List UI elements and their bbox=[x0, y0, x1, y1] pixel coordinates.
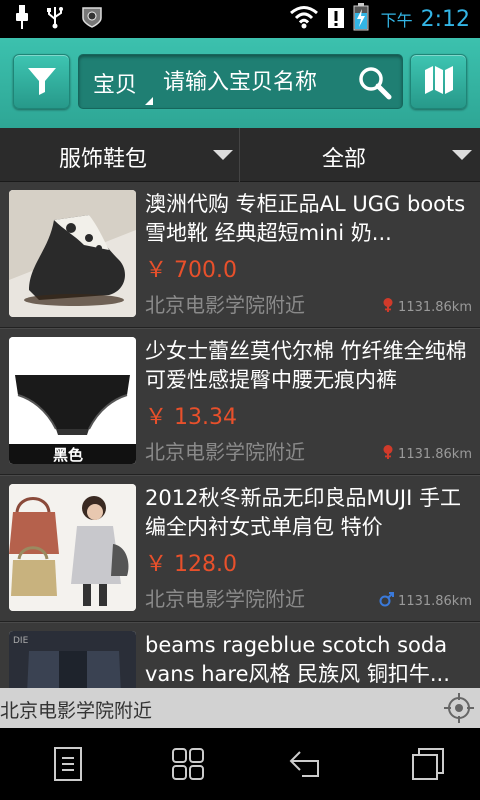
gps-locate-icon[interactable] bbox=[443, 692, 475, 724]
product-location: 北京电影学院附近 bbox=[145, 440, 305, 464]
product-title: 澳洲代购 专柜正品AL UGG boots雪地靴 经典超短mini 奶... bbox=[145, 192, 466, 245]
wifi-icon bbox=[289, 5, 319, 33]
back-button[interactable] bbox=[286, 746, 326, 786]
product-price: ￥ 700.0 bbox=[145, 258, 237, 283]
system-nav-bar bbox=[0, 728, 480, 800]
product-thumbnail: DIE bbox=[9, 631, 136, 688]
alert-icon bbox=[327, 5, 345, 33]
scope-label: 全部 bbox=[322, 147, 367, 172]
search-icon[interactable] bbox=[357, 65, 393, 101]
product-title: beams rageblue scotch soda vans hare风格 民… bbox=[145, 633, 450, 686]
product-price: ￥ 128.0 bbox=[145, 552, 237, 577]
app-header: 宝贝 bbox=[0, 38, 480, 128]
recent-apps-icon bbox=[411, 747, 445, 785]
clock-time: 2:12 bbox=[420, 6, 470, 32]
female-icon bbox=[381, 444, 395, 464]
product-thumbnail: 黑色 bbox=[9, 337, 136, 464]
security-shield-icon bbox=[80, 5, 104, 33]
clock-ampm: 下午 bbox=[380, 11, 413, 30]
svg-text:DIE: DIE bbox=[13, 636, 29, 646]
product-distance: 1131.86km bbox=[379, 591, 472, 611]
back-arrow-icon bbox=[288, 748, 324, 784]
product-title: 2012秋冬新品无印良品MUJI 手工编全内衬女式单肩包 特价 bbox=[145, 486, 461, 539]
current-location-text: 北京电影学院附近 bbox=[0, 700, 153, 722]
category-dropdown[interactable]: 服饰鞋包 bbox=[0, 128, 240, 182]
thumb-caption: 黑色 bbox=[53, 446, 84, 464]
female-icon bbox=[381, 297, 395, 317]
home-grid-icon bbox=[171, 747, 205, 785]
status-bar: 下午 2:12 bbox=[0, 0, 480, 38]
battery-charging-icon bbox=[353, 3, 369, 35]
usb-debug-icon bbox=[46, 5, 64, 33]
recent-apps-button[interactable] bbox=[408, 746, 448, 786]
location-bar[interactable]: 北京电影学院附近 bbox=[0, 688, 480, 728]
product-distance: 1131.86km bbox=[381, 444, 472, 464]
filter-button[interactable] bbox=[13, 54, 70, 109]
distance-value: 1131.86km bbox=[398, 446, 472, 462]
male-icon bbox=[379, 591, 395, 611]
search-box[interactable]: 宝贝 bbox=[78, 54, 403, 109]
list-item[interactable]: DIE beams rageblue scotch soda vans hare… bbox=[0, 623, 480, 688]
filter-bar: 服饰鞋包 全部 bbox=[0, 128, 480, 182]
menu-icon bbox=[52, 746, 84, 786]
product-distance: 1131.86km bbox=[381, 297, 472, 317]
distance-value: 1131.86km bbox=[398, 593, 472, 609]
product-thumbnail bbox=[9, 190, 136, 317]
product-location: 北京电影学院附近 bbox=[145, 587, 305, 611]
menu-button[interactable] bbox=[48, 746, 88, 786]
filter-icon bbox=[26, 64, 58, 100]
usb-icon bbox=[14, 5, 30, 33]
map-icon bbox=[423, 64, 455, 100]
distance-value: 1131.86km bbox=[398, 299, 472, 315]
product-thumbnail bbox=[9, 484, 136, 611]
scope-dropdown[interactable]: 全部 bbox=[240, 128, 480, 182]
list-item[interactable]: 黑色 少女士蕾丝莫代尔棉 竹纤维全纯棉可爱性感提臀中腰无痕内裤 ￥ 13.34 … bbox=[0, 329, 480, 475]
map-button[interactable] bbox=[410, 54, 467, 109]
home-button[interactable] bbox=[168, 746, 208, 786]
list-item[interactable]: 澳洲代购 专柜正品AL UGG boots雪地靴 经典超短mini 奶... ￥… bbox=[0, 182, 480, 328]
product-location: 北京电影学院附近 bbox=[145, 293, 305, 317]
list-item[interactable]: 2012秋冬新品无印良品MUJI 手工编全内衬女式单肩包 特价 ￥ 128.0 … bbox=[0, 476, 480, 622]
search-type-caret-icon bbox=[145, 97, 153, 105]
product-title: 少女士蕾丝莫代尔棉 竹纤维全纯棉可爱性感提臀中腰无痕内裤 bbox=[145, 339, 467, 392]
search-type-selector[interactable]: 宝贝 bbox=[93, 67, 137, 99]
category-label: 服饰鞋包 bbox=[59, 147, 148, 172]
product-list[interactable]: 澳洲代购 专柜正品AL UGG boots雪地靴 经典超短mini 奶... ￥… bbox=[0, 182, 480, 688]
chevron-down-icon bbox=[213, 150, 233, 160]
search-input[interactable] bbox=[163, 61, 343, 103]
product-price: ￥ 13.34 bbox=[145, 405, 237, 430]
chevron-down-icon bbox=[452, 150, 472, 160]
